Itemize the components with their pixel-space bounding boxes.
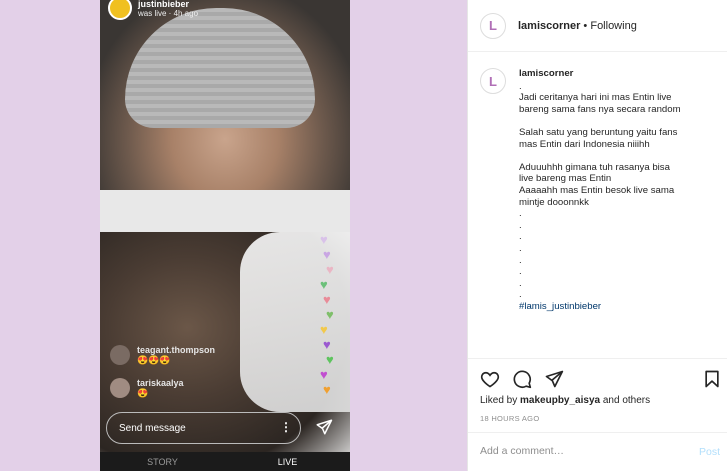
likes-line: Liked by makeupby_aisya and others [480,395,650,406]
avatar-letter: L [489,18,497,33]
commenter-name[interactable]: tariskaalya [137,378,184,388]
caption-line: live bareng mas Entin [519,173,612,185]
caption-line: . [519,80,522,92]
send-message-input[interactable]: Send message [106,412,301,444]
caption-line: Aaaaahh mas Entin besok live sama [519,184,675,196]
post-button[interactable]: Post [699,446,720,458]
caption-line: . [519,231,522,243]
comment-text: 😍😍😍 [137,355,171,365]
header-separator: • [580,19,591,32]
floating-heart-icon: ♥ [323,337,331,352]
caption-line: . [519,219,522,231]
floating-heart-icon: ♥ [320,232,328,247]
more-options-icon[interactable]: ⋮ [280,420,292,434]
caption-line [519,115,681,127]
host-video: justinbieber was live · 4h ago [100,0,350,240]
comment-box: Post [468,432,727,471]
commenter-avatar[interactable] [110,378,130,398]
caption-body: lamiscorner . Jadi ceritanya hari ini mas… [519,68,681,312]
account-avatar[interactable]: L [480,12,506,39]
comment-icon[interactable] [512,369,532,394]
tab-story[interactable]: STORY [100,452,225,471]
host-name[interactable]: justinbieber [138,0,198,9]
post-timestamp[interactable]: 18 HOURS AGO [480,414,539,423]
caption-avatar[interactable]: L [480,68,506,94]
caption-line: . [519,208,522,220]
caption-text: . Jadi ceritanya hari ini mas Entin live b… [519,81,681,301]
bookmark-icon[interactable] [702,369,722,394]
heart-icon[interactable] [480,369,500,394]
floating-hearts: ♥ ♥ ♥ ♥ ♥ ♥ ♥ ♥ ♥ ♥ ♥ [320,232,344,407]
header-username[interactable]: lamiscorner [518,20,580,32]
avatar-letter: L [489,73,497,89]
comment-content: tariskaalya 😍 [137,378,184,399]
send-icon[interactable] [315,418,333,441]
host-avatar[interactable] [108,0,132,20]
header-text: lamiscorner • Following [518,20,637,32]
host-beanie [125,8,315,128]
caption-line: mas Entin dari Indonesia niiihh [519,138,650,150]
caption-line: Jadi ceritanya hari ini mas Entin live [519,92,672,104]
floating-heart-icon: ♥ [323,292,331,307]
floating-heart-icon: ♥ [320,277,328,292]
floating-heart-icon: ♥ [320,322,328,337]
caption-line: mintje dooonnkk [519,196,589,208]
share-icon[interactable] [544,369,564,394]
comment-content: teagant.thompson 😍😍😍 [137,345,215,366]
follow-status[interactable]: Following [590,20,636,32]
likes-prefix: Liked by [480,395,521,406]
commenter-avatar[interactable] [110,345,130,365]
likes-user[interactable]: makeupby_aisya [520,395,600,406]
live-comment: tariskaalya 😍 [110,378,184,399]
comment-text: 😍 [137,388,149,398]
post-actions: Liked by makeupby_aisya and others 18 HO… [468,358,727,428]
caption-line: Salah satu yang beruntung yaitu fans [519,126,678,138]
floating-heart-icon: ♥ [326,352,334,367]
floating-heart-icon: ♥ [326,307,334,322]
post-header: L lamiscorner • Following [468,0,727,52]
caption-hashtag[interactable]: #lamis_justinbieber [519,301,601,312]
post-details-panel: L lamiscorner • Following L lamiscorner … [467,0,727,471]
caption-line: Aduuuhhh gimana tuh rasanya bisa [519,161,670,173]
live-video-panel: justinbieber was live · 4h ago ♥ ♥ ♥ ♥ ♥ ♥ ♥ ♥ ♥… [100,0,350,471]
host-status: was live · 4h ago [138,8,199,18]
caption-line [519,150,681,162]
live-tabs: STORY LIVE [100,452,350,471]
caption-line: . [519,289,522,301]
commenter-name[interactable]: teagant.thompson [137,345,215,355]
caption-line: . [519,266,522,278]
live-comment: teagant.thompson 😍😍😍 [110,345,215,366]
caption-line: . [519,242,522,254]
action-icons [480,369,564,394]
caption-username[interactable]: lamiscorner [519,68,681,80]
likes-suffix[interactable]: and others [600,395,650,406]
caption-line: . [519,254,522,266]
floating-heart-icon: ♥ [323,247,331,262]
floating-heart-icon: ♥ [320,367,328,382]
caption-line: bareng sama fans nya secara random [519,103,681,115]
caption-line: . [519,277,522,289]
floating-heart-icon: ♥ [326,262,334,277]
tab-live[interactable]: LIVE [225,452,350,471]
floating-heart-icon: ♥ [323,382,331,397]
caption: L lamiscorner . Jadi ceritanya hari ini m… [480,68,720,312]
add-comment-input[interactable] [480,445,680,457]
host-badge[interactable]: justinbieber was live · 4h ago [108,0,198,20]
